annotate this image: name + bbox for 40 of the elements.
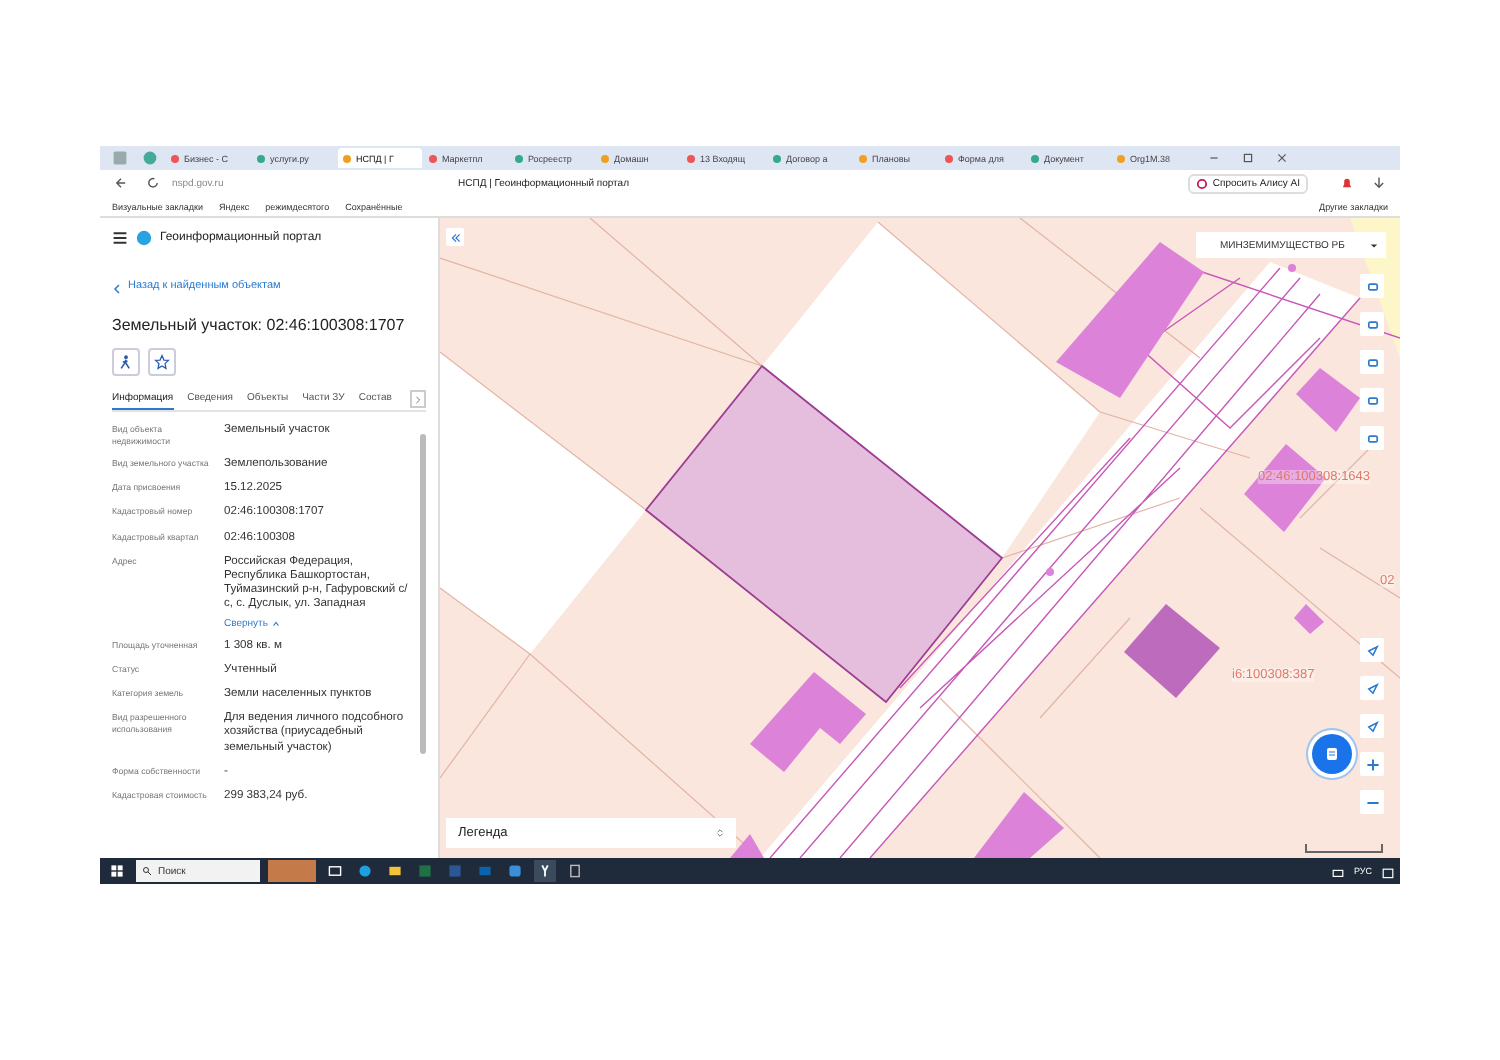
browser-app-icon[interactable] [354, 860, 376, 882]
scale-bar-icon [1304, 842, 1384, 854]
site-icon [944, 153, 954, 163]
star-icon [154, 354, 170, 370]
site-icon [772, 153, 782, 163]
caret-icon [1370, 241, 1378, 249]
chevron-up-icon[interactable] [271, 619, 280, 628]
object-title: Земельный участок: 02:46:100308:1707 [112, 316, 407, 334]
yandex-browser-icon[interactable] [534, 860, 556, 882]
site-icon [428, 153, 438, 163]
site-icon [170, 153, 180, 163]
site-icon [686, 153, 696, 163]
site-icon [600, 153, 610, 163]
site-icon [256, 153, 266, 163]
sort-arrows-icon [716, 828, 724, 838]
spreadsheet-app-icon[interactable] [414, 860, 436, 882]
site-icon [1030, 153, 1040, 163]
site-icon [1116, 153, 1126, 163]
site-icon [514, 153, 524, 163]
collapse-panel-button[interactable] [446, 228, 464, 246]
scrollbar-thumb[interactable] [420, 434, 426, 754]
zoom-in-button[interactable] [1360, 752, 1384, 776]
zoom-out-button[interactable] [1360, 790, 1384, 814]
star-button[interactable] [148, 348, 176, 376]
chat-button[interactable] [1312, 734, 1352, 774]
start-button[interactable] [106, 860, 128, 882]
chevron-right-icon [414, 395, 422, 403]
search-highlight-image [268, 860, 316, 882]
site-icon [858, 153, 868, 163]
navigation-arrow-icon[interactable] [1360, 638, 1384, 662]
chat-app-icon[interactable] [504, 860, 526, 882]
walking-person-icon [118, 354, 134, 370]
search-icon [142, 866, 152, 876]
document-icon [1322, 744, 1342, 764]
notepad-icon[interactable] [564, 860, 586, 882]
ring-icon [1196, 177, 1209, 189]
site-icon [342, 153, 352, 163]
plus-icon [1365, 757, 1379, 771]
walking-person-button[interactable] [112, 348, 140, 376]
task-view-icon[interactable] [324, 860, 346, 882]
